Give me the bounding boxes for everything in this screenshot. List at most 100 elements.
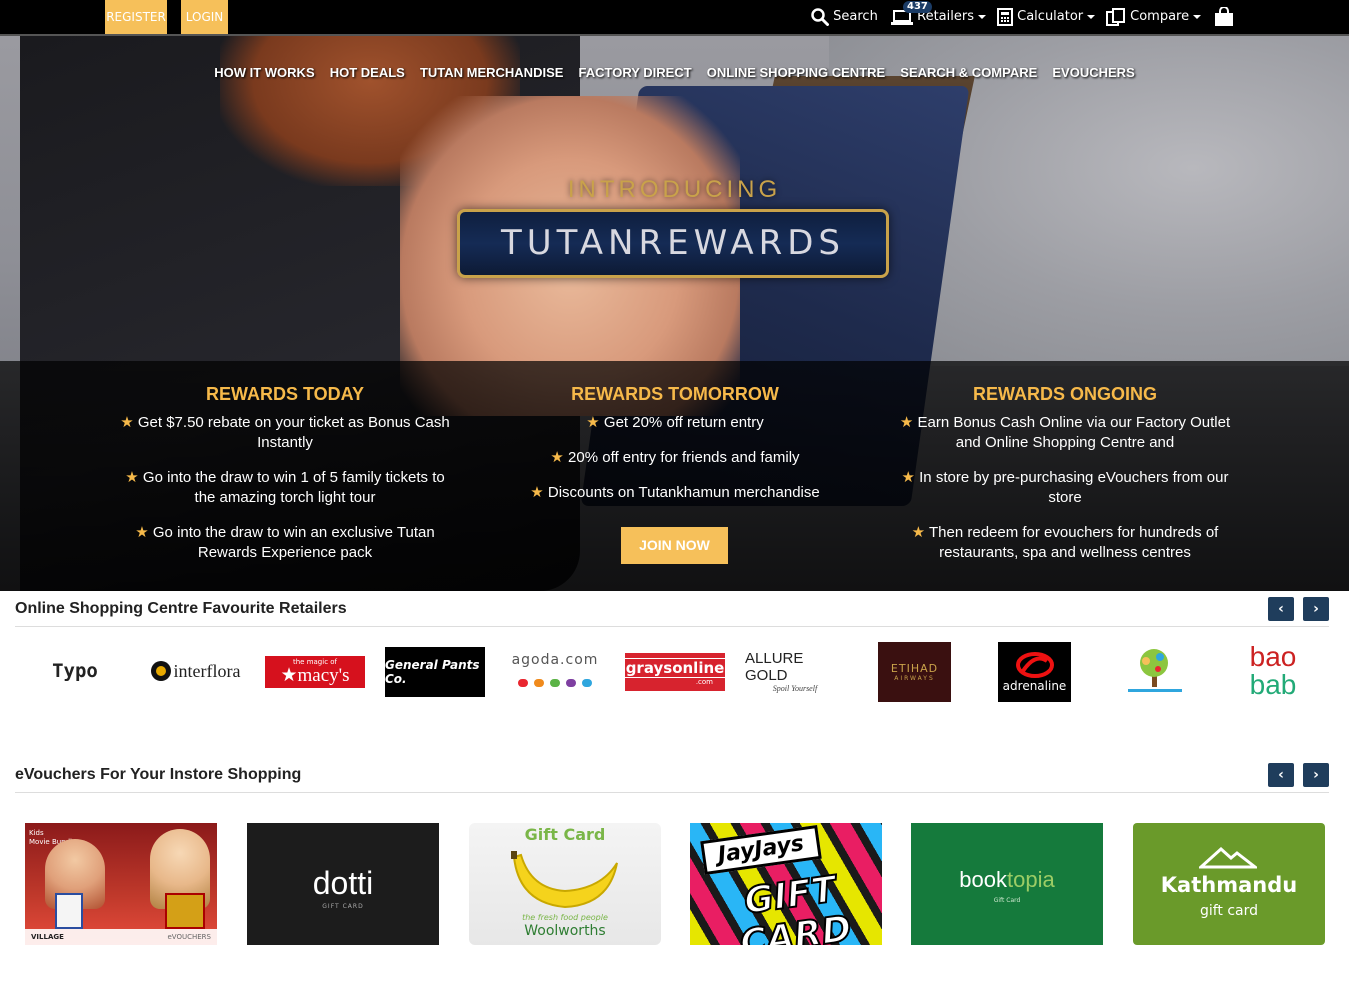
evoucher-card-dotti[interactable]: dotti GIFT CARD [247, 823, 439, 945]
nav-tutan-merchandise[interactable]: TUTAN MERCHANDISE [420, 65, 563, 80]
retailers-next-button[interactable]: › [1303, 597, 1329, 621]
section-divider [15, 626, 1329, 627]
retailer-logo-macys[interactable]: the magic of ★macy's [265, 656, 365, 688]
rewards-item: ★ Get 20% off return entry [586, 414, 764, 431]
section-divider [15, 792, 1329, 793]
star-icon: ★ [550, 449, 564, 466]
calculator-icon [997, 7, 1013, 26]
retailer-logo-etihad[interactable]: ETIHAD AIRWAYS [878, 642, 951, 702]
evoucher-card-booktopia[interactable]: booktopia Gift Card [911, 823, 1103, 945]
compare-label: Compare [1130, 9, 1190, 24]
retailer-logo-adrenaline[interactable]: adrenaline [998, 642, 1071, 702]
card-brand: Woolworths [524, 923, 606, 939]
popcorn-icon [55, 893, 83, 929]
card-brand: JayJays [700, 824, 822, 876]
top-bar: REGISTER LOGIN Search 437 Retailers Calc… [0, 0, 1349, 36]
rewards-tomorrow-column: REWARDS TOMORROW ★ Get 20% off return en… [505, 384, 845, 518]
compare-dropdown[interactable]: Compare [1106, 0, 1202, 34]
brand-text: TUTANREWARDS [501, 223, 845, 263]
login-button[interactable]: LOGIN [181, 0, 228, 34]
macys-star-icon: ★ [280, 665, 298, 686]
card-sub: gift card [1199, 903, 1259, 919]
compare-icon [1106, 7, 1125, 26]
star-icon: ★ [911, 524, 926, 541]
rewards-item: ★ 20% off entry for friends and family [550, 449, 800, 466]
retailer-logo-baobab[interactable]: bao bab [1238, 641, 1308, 701]
retailers-count-badge: 437 [903, 1, 932, 13]
nav-online-shopping-centre[interactable]: ONLINE SHOPPING CENTRE [707, 65, 885, 80]
card-tag: the fresh food people [522, 913, 608, 922]
evoucher-card-village[interactable]: Kids Movie Bundle VILLAGE eVOUCHERS [25, 823, 217, 945]
rewards-today-title: REWARDS TODAY [205, 384, 365, 404]
rewards-tomorrow-title: REWARDS TOMORROW [571, 384, 779, 404]
calculator-label: Calculator [1017, 9, 1084, 24]
agoda-dots [515, 672, 595, 691]
card-sub: Gift Card [993, 897, 1021, 904]
star-icon: ★ [530, 484, 544, 501]
rewards-item: ★ Then redeem for evouchers for hundreds… [911, 524, 1219, 561]
retailer-logo-graysonline[interactable]: graysonline .com [621, 653, 729, 691]
rewards-item: ★ Earn Bonus Cash Online via our Factory… [899, 414, 1231, 451]
card-sub: GIFT CARD [737, 868, 856, 945]
card-brand: dotti [312, 865, 374, 901]
nav-hot-deals[interactable]: HOT DEALS [330, 65, 405, 80]
evoucher-card-kathmandu[interactable]: Kathmandu gift card [1133, 823, 1325, 945]
rewards-ongoing-title: REWARDS ONGOING [972, 384, 1157, 404]
adrenaline-swirl-icon [1015, 652, 1054, 678]
cart-button[interactable] [1214, 0, 1234, 34]
card-brand: Kathmandu [1160, 873, 1298, 897]
retailer-logo-tree[interactable] [1118, 641, 1191, 701]
nav-how-it-works[interactable]: HOW IT WORKS [214, 65, 314, 80]
evoucher-card-jayjays[interactable]: JayJays GIFT CARD [690, 823, 882, 945]
search-link[interactable]: Search [811, 0, 878, 34]
search-icon [811, 7, 829, 26]
search-label: Search [833, 9, 878, 24]
evouchers-section-title: eVouchers For Your Instore Shopping [15, 766, 302, 783]
rewards-ongoing-column: REWARDS ONGOING ★ Earn Bonus Cash Online… [895, 384, 1235, 578]
tree-logo-icon [1127, 649, 1182, 692]
evouchers-next-button[interactable]: › [1303, 763, 1329, 787]
star-icon: ★ [125, 469, 139, 486]
rewards-item: ★ In store by pre-purchasing eVouchers f… [901, 469, 1229, 506]
chevron-down-icon [1087, 14, 1096, 19]
card-top: Gift Card [524, 825, 606, 844]
tutan-rewards-logo: TUTANREWARDS [457, 209, 889, 278]
star-icon: ★ [120, 414, 134, 431]
join-now-button[interactable]: JOIN NOW [621, 527, 728, 564]
chevron-down-icon [978, 14, 986, 19]
evouchers-prev-button[interactable]: ‹ [1268, 763, 1294, 787]
popcorn-icon [165, 893, 205, 929]
rewards-item: ★ Discounts on Tutankhamun merchandise [530, 484, 820, 501]
retailer-logo-typo[interactable]: Typo [30, 641, 120, 701]
nav-evouchers[interactable]: EVOUCHERS [1052, 65, 1134, 80]
nav-search-compare[interactable]: SEARCH & COMPARE [900, 65, 1037, 80]
rewards-today-column: REWARDS TODAY ★ Get $7.50 rebate on your… [115, 384, 455, 578]
interflora-emblem-icon [150, 661, 171, 681]
card-brand: topia [1007, 867, 1055, 892]
retailer-logo-agoda[interactable]: agoda.com [505, 641, 605, 701]
banana-icon [511, 851, 618, 909]
nav-factory-direct[interactable]: FACTORY DIRECT [579, 65, 692, 80]
card-sub: GIFT CARD [322, 903, 364, 910]
retailers-prev-button[interactable]: ‹ [1268, 597, 1294, 621]
evoucher-card-woolworths[interactable]: Gift Card the fresh food people Woolwort… [469, 823, 661, 945]
calculator-dropdown[interactable]: Calculator [997, 0, 1096, 34]
introducing-text: INTRODUCING [567, 176, 782, 203]
chevron-down-icon [1193, 14, 1202, 19]
rewards-item: ★ Go into the draw to win 1 of 5 family … [125, 469, 445, 506]
star-icon: ★ [899, 414, 914, 431]
star-icon: ★ [135, 524, 149, 541]
retailer-logo-interflora[interactable]: interflora [145, 641, 245, 701]
main-nav: HOW IT WORKS HOT DEALS TUTAN MERCHANDISE… [0, 62, 1349, 81]
card-brand: book [959, 867, 1007, 892]
rewards-item: ★ Get $7.50 rebate on your ticket as Bon… [120, 414, 450, 451]
retailers-section-title: Online Shopping Centre Favourite Retaile… [15, 600, 347, 617]
star-icon: ★ [586, 414, 600, 431]
retailers-dropdown[interactable]: 437 Retailers [891, 0, 986, 34]
retailer-logo-allure-gold[interactable]: ALLURE GOLD Spoil Yourself [745, 641, 845, 701]
rewards-item: ★ Go into the draw to win an exclusive T… [135, 524, 435, 561]
retailer-logo-general-pants[interactable]: General Pants Co. [385, 647, 485, 697]
card-text: Kids [29, 829, 44, 837]
shopping-bag-icon [1215, 5, 1233, 26]
register-button[interactable]: REGISTER [105, 0, 167, 34]
